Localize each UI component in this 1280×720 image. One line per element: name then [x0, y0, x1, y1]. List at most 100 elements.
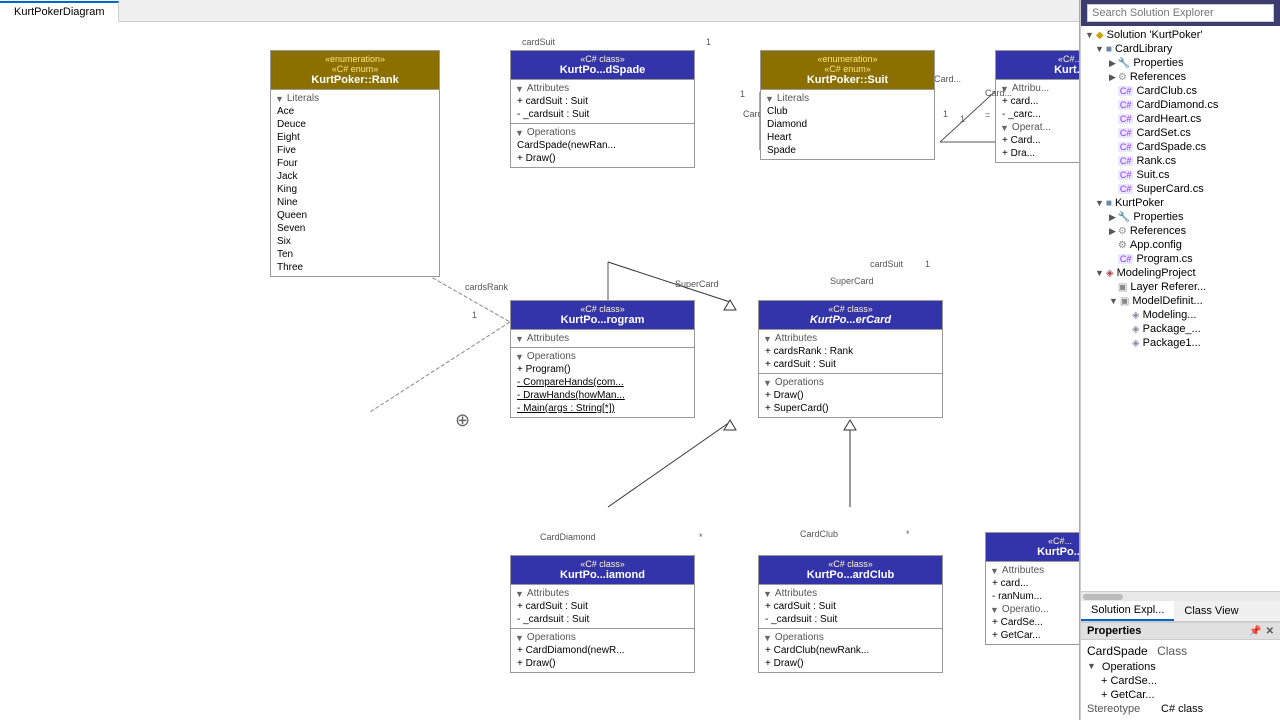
cardlibrary-expand[interactable]: ▼ — [1095, 44, 1104, 54]
modeling-project-expand[interactable]: ▼ — [1095, 268, 1104, 278]
suit-cs-node[interactable]: ▶ C# Suit.cs — [1081, 168, 1280, 182]
rank-seven: Seven — [275, 222, 435, 235]
uml-box-rank[interactable]: «enumeration» «C# enum» KurtPoker::Rank … — [270, 50, 440, 277]
kp-references-expand[interactable]: ▶ — [1109, 226, 1116, 237]
properties-expand[interactable]: ▶ — [1109, 58, 1116, 69]
cardspade-attributes-header[interactable]: ▼ Attributes — [515, 82, 690, 95]
rank-deuce: Deuce — [275, 118, 435, 131]
cardclub-op1: + CardClub(newRank... — [763, 644, 938, 657]
solution-node[interactable]: ▼ ◆ Solution 'KurtPoker' — [1081, 28, 1280, 42]
cardclub-cs-node[interactable]: ▶ C# CardClub.cs — [1081, 84, 1280, 98]
carddiamond-operations-header[interactable]: ▼ Operations — [515, 631, 690, 644]
rank-literals-header[interactable]: ▼ Literals — [275, 92, 435, 105]
kp-references-node[interactable]: ▶ ⚙ References — [1081, 224, 1280, 238]
modeling-node[interactable]: ▶ ◈ Modeling... — [1081, 308, 1280, 322]
card-label-top: Card... — [985, 88, 1012, 98]
properties-close-btn[interactable]: ✕ — [1266, 626, 1274, 637]
cardheart-cs-node[interactable]: ▶ C# CardHeart.cs — [1081, 112, 1280, 126]
kp-properties-expand[interactable]: ▶ — [1109, 212, 1116, 223]
properties-subject-name: CardSpade — [1087, 644, 1148, 658]
uml-box-supercard[interactable]: «C# class» KurtPo...erCard ⊞ ▼ Attribute… — [758, 300, 943, 418]
solution-icon: ◆ — [1096, 30, 1104, 41]
cardspade-op1: CardSpade(newRan... — [515, 139, 690, 152]
carddiamond-cs-node[interactable]: ▶ C# CardDiamond.cs — [1081, 98, 1280, 112]
cardclub-attributes-header[interactable]: ▼ Attributes — [763, 587, 938, 600]
cardclub-op2: + Draw() — [763, 657, 938, 670]
props-ops-expand[interactable]: ▼ — [1087, 661, 1096, 673]
package1-node[interactable]: ▶ ◈ Package_... — [1081, 322, 1280, 336]
solution-expand[interactable]: ▼ — [1085, 30, 1094, 40]
package2-node[interactable]: ▶ ◈ Package1... — [1081, 336, 1280, 350]
tree-scrollbar-thumb[interactable] — [1083, 594, 1123, 600]
references-expand[interactable]: ▶ — [1109, 72, 1116, 83]
supercard-operations-header[interactable]: ▼ Operations — [763, 376, 938, 389]
suit-classname: KurtPoker::Suit — [807, 74, 888, 86]
references-node[interactable]: ▶ ⚙ References — [1081, 70, 1280, 84]
suit-club: Club — [765, 105, 930, 118]
program-ops-expand: ▼ — [515, 352, 524, 362]
layer-ref-node[interactable]: ▶ ▣ Layer Referer... — [1081, 280, 1280, 294]
rank-cs-node[interactable]: ▶ C# Rank.cs — [1081, 154, 1280, 168]
carddiamond-ops-expand: ▼ — [515, 633, 524, 643]
properties-subject: CardSpade Class — [1087, 644, 1274, 658]
partial-bottom-expand: ▼ — [990, 566, 999, 576]
search-input[interactable] — [1087, 4, 1274, 22]
carddiamond-attributes-header[interactable]: ▼ Attributes — [515, 587, 690, 600]
cardspade-operations-header[interactable]: ▼ Operations — [515, 126, 690, 139]
suit-literals-label: Literals — [777, 93, 809, 104]
kurtpoker-expand[interactable]: ▼ — [1095, 198, 1104, 208]
supercard-attributes-header[interactable]: ▼ Attributes — [763, 332, 938, 345]
modeldefin-expand[interactable]: ▼ — [1109, 296, 1118, 306]
kp-references-icon: ⚙ — [1118, 226, 1127, 237]
cardspade-cs-node[interactable]: ▶ C# CardSpade.cs — [1081, 140, 1280, 154]
cardspade-cs-icon: C# — [1118, 142, 1134, 152]
suit-literals-header[interactable]: ▼ Literals — [765, 92, 930, 105]
cardlibrary-node[interactable]: ▼ ■ CardLibrary — [1081, 42, 1280, 56]
properties-getcar: + GetCar... — [1087, 688, 1274, 702]
cardsuit-connector-label: cardSuit — [522, 37, 555, 47]
uml-box-carddiamond[interactable]: «C# class» KurtPo...iamond ⊞ ▼ Attribute… — [510, 555, 695, 673]
partial-ops-header: ▼ Operat... — [1000, 121, 1079, 134]
references-label: References — [1130, 71, 1186, 83]
svg-text:1: 1 — [472, 310, 477, 320]
cardspade-attr-label: Attributes — [527, 83, 569, 94]
uml-box-cardspade[interactable]: «C# class» KurtPo...dSpade ⊞ ▼ Attribute… — [510, 50, 695, 168]
props-ops-label: Operations — [1102, 661, 1156, 673]
cardclub-cs-label: CardClub.cs — [1136, 85, 1197, 97]
supercard-cs-node[interactable]: ▶ C# SuperCard.cs — [1081, 182, 1280, 196]
kurtpoker-icon: ■ — [1106, 198, 1112, 209]
program-attributes-section: ▼ Attributes — [511, 329, 694, 347]
modeling-project-node[interactable]: ▼ ◈ ModelingProject — [1081, 266, 1280, 280]
package2-icon: ◈ — [1132, 338, 1140, 349]
solution-explorer-tab[interactable]: Solution Expl... — [1081, 601, 1174, 621]
kp-properties-node[interactable]: ▶ 🔧 Properties — [1081, 210, 1280, 224]
carddiamond-attributes-section: ▼ Attributes + cardSuit : Suit - _cardsu… — [511, 584, 694, 628]
cardspade-attributes-section: ▼ Attributes + cardSuit : Suit - _cardsu… — [511, 79, 694, 123]
program-operations-header[interactable]: ▼ Operations — [515, 350, 690, 363]
kp-references-label: References — [1130, 225, 1186, 237]
references-icon: ⚙ — [1118, 72, 1127, 83]
uml-box-suit[interactable]: «enumeration» «C# enum» KurtPoker::Suit … — [760, 50, 935, 160]
program-attributes-header[interactable]: ▼ Attributes — [515, 332, 690, 345]
props-stereo-key: Stereotype — [1087, 703, 1157, 715]
rank-nine: Nine — [275, 196, 435, 209]
kurtpoker-node[interactable]: ▼ ■ KurtPoker — [1081, 196, 1280, 210]
properties-pin-btn[interactable]: 📌 — [1249, 626, 1261, 637]
appconfig-node[interactable]: ▶ ⚙ App.config — [1081, 238, 1280, 252]
cardlibrary-label: CardLibrary — [1115, 43, 1172, 55]
properties-stereotype-row: Stereotype C# class — [1087, 702, 1274, 716]
uml-box-cardclub[interactable]: «C# class» KurtPo...ardClub ⊞ ▼ Attribut… — [758, 555, 943, 673]
tree-scrollbar[interactable] — [1081, 591, 1280, 601]
class-view-tab[interactable]: Class View — [1174, 601, 1248, 621]
cardclub-ops-label: Operations — [775, 632, 824, 643]
modeldefin-node[interactable]: ▼ ▣ ModelDefinit... — [1081, 294, 1280, 308]
rank-eight: Eight — [275, 131, 435, 144]
uml-box-program[interactable]: «C# class» KurtPo...rogram ⊞ ▼ Attribute… — [510, 300, 695, 418]
program-cs-node[interactable]: ▶ C# Program.cs — [1081, 252, 1280, 266]
diagram-tab[interactable]: KurtPokerDiagram — [0, 1, 119, 23]
properties-node[interactable]: ▶ 🔧 Properties — [1081, 56, 1280, 70]
diagram-area: KurtPokerDiagram cardSuit 1 cardsRank 1 … — [0, 0, 1080, 720]
program-op3: - DrawHands(howMan... — [515, 389, 690, 402]
cardclub-operations-header[interactable]: ▼ Operations — [763, 631, 938, 644]
cardset-cs-node[interactable]: ▶ C# CardSet.cs — [1081, 126, 1280, 140]
